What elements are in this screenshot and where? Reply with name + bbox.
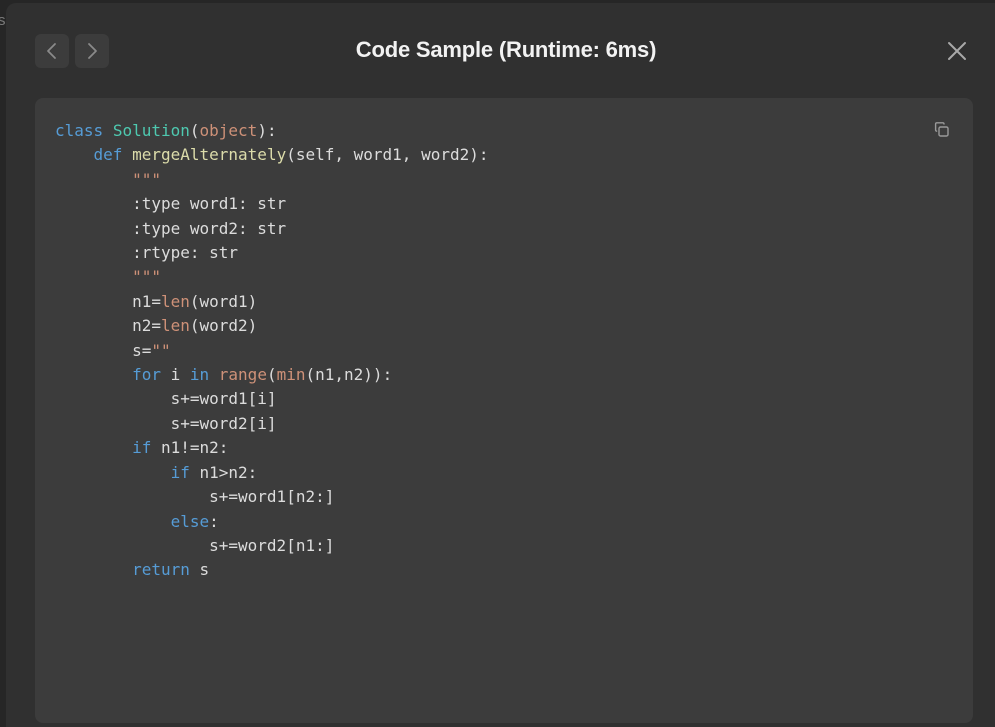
code-line: return s [55, 560, 209, 579]
close-icon [948, 42, 966, 60]
code-token: (word2) [189, 316, 258, 336]
code-token: i [160, 365, 190, 385]
code-token: class [55, 121, 104, 140]
code-token: len [160, 291, 190, 311]
code-token: : [209, 511, 219, 531]
code-token: (n1,n2)): [305, 365, 393, 385]
code-token: n2= [55, 316, 161, 336]
code-line: s+=word2[n1:] [55, 536, 334, 555]
close-button[interactable] [942, 36, 972, 66]
code-line: s+=word1[i] [55, 389, 277, 408]
code-token: :type word1: str [55, 194, 287, 214]
code-token: s+=word1[n2:] [55, 487, 335, 507]
code-token: s= [55, 340, 152, 360]
code-line: if n1>n2: [55, 462, 258, 482]
code-line: s+=word1[n2:] [55, 487, 334, 506]
code-token: s+=word1[i] [55, 389, 277, 409]
code-sample-dialog: Code Sample (Runtime: 6ms) class Solutio… [6, 3, 995, 727]
code-token: if [170, 462, 190, 482]
code-token: """ [132, 267, 161, 287]
code-token: min [276, 365, 306, 385]
copy-icon [934, 122, 949, 137]
code-line: n2=len(word2) [55, 316, 257, 335]
code-content: class Solution(object): def mergeAlterna… [55, 119, 489, 583]
code-token: object [199, 121, 258, 140]
code-line: else: [55, 512, 219, 531]
code-token: Solution [112, 121, 190, 140]
code-token: "" [151, 340, 171, 360]
code-token: ( [189, 121, 200, 140]
code-token: ): [257, 121, 277, 140]
code-line: for i in range(min(n1,n2)): [55, 365, 392, 384]
code-token: len [160, 316, 190, 336]
code-line: class Solution(object): [55, 121, 277, 140]
code-line: :type word2: str [55, 219, 286, 238]
code-token: :type word2: str [55, 218, 287, 238]
code-line: :rtype: str [55, 243, 238, 262]
code-line: def mergeAlternately(self, word1, word2)… [55, 145, 489, 164]
code-token: ( [266, 365, 277, 385]
code-line: """ [55, 170, 161, 189]
code-line: n1=len(word1) [55, 292, 257, 311]
code-token: n1>n2: [189, 462, 258, 482]
code-token: if [132, 438, 152, 458]
code-token: s+=word2[i] [55, 413, 277, 433]
code-token: range [218, 365, 267, 385]
code-token: :rtype: str [55, 243, 239, 263]
copy-code-button[interactable] [930, 118, 954, 142]
code-token: def [93, 145, 123, 165]
dialog-title: Code Sample (Runtime: 6ms) [355, 37, 657, 62]
background-text: s [0, 12, 6, 29]
code-token: (self, word1, word2): [286, 145, 489, 165]
code-line: :type word1: str [55, 194, 286, 213]
code-token: mergeAlternately [132, 145, 287, 165]
code-token: in [189, 365, 210, 385]
code-token: """ [132, 169, 161, 189]
code-token: (word1) [189, 291, 258, 311]
code-token: return [132, 560, 190, 580]
code-line: s="" [55, 341, 171, 360]
code-token: n1= [55, 291, 161, 311]
code-token: else [170, 511, 210, 531]
code-line: if n1!=n2: [55, 438, 228, 457]
code-token: n1!=n2: [151, 438, 229, 458]
code-line: s+=word2[i] [55, 414, 277, 433]
code-block: class Solution(object): def mergeAlterna… [35, 98, 973, 723]
code-token: s+=word2[n1:] [55, 535, 335, 555]
code-line: """ [55, 267, 161, 286]
code-token: for [132, 365, 161, 385]
code-token: s [189, 560, 210, 580]
